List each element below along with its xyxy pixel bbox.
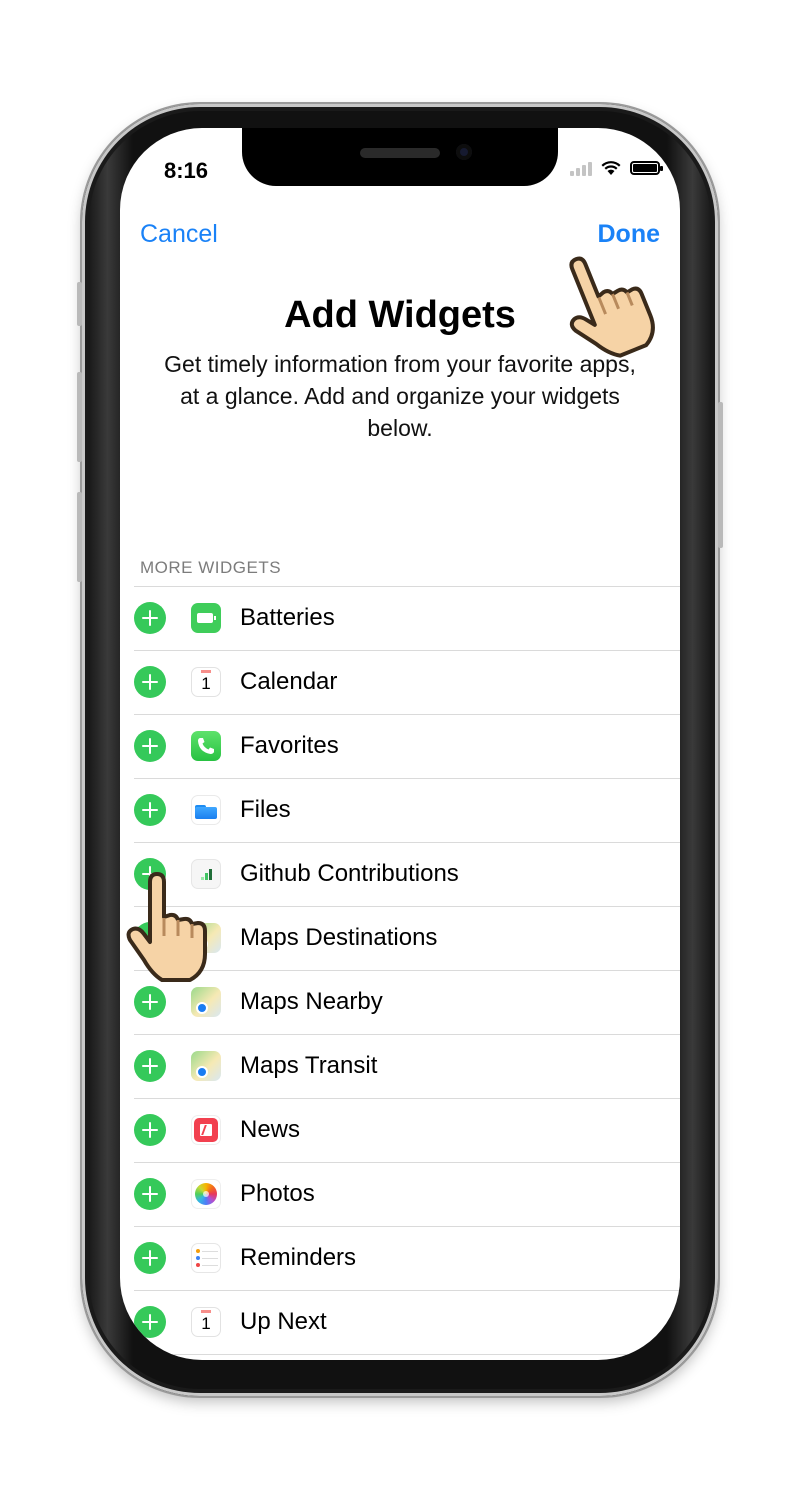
add-button[interactable]: [134, 1306, 166, 1338]
front-camera: [456, 144, 472, 160]
widget-row-calendar: 1 Calendar: [134, 651, 680, 715]
volume-down-button: [77, 492, 82, 582]
cellular-signal-icon: [570, 160, 592, 176]
photos-icon: [191, 1179, 221, 1209]
add-button[interactable]: [134, 730, 166, 762]
hand-cursor-icon: [126, 872, 207, 982]
files-icon: [191, 795, 221, 825]
widget-label: Favorites: [240, 732, 339, 759]
add-button[interactable]: [134, 602, 166, 634]
widget-label: Up Next: [240, 1308, 327, 1335]
widget-label: Maps Destinations: [240, 924, 438, 951]
widget-label: Reminders: [240, 1244, 357, 1271]
widget-label: Photos: [240, 1180, 315, 1207]
calendar-day: 1: [201, 674, 211, 693]
speaker: [360, 148, 440, 158]
add-button[interactable]: [134, 1050, 166, 1082]
batteries-icon: [191, 603, 221, 633]
widget-label: Calendar: [240, 668, 338, 695]
widget-row-reminders: Reminders: [134, 1227, 680, 1291]
widget-row-files: Files: [134, 779, 680, 843]
silent-switch: [77, 282, 82, 326]
phone-icon: [191, 731, 221, 761]
widget-row-up-next: 1 Up Next: [134, 1291, 680, 1355]
hand-cursor-icon: [569, 256, 655, 358]
power-button: [718, 402, 723, 548]
widget-label: Maps Nearby: [240, 988, 383, 1015]
widget-label: Batteries: [240, 604, 335, 631]
add-button[interactable]: [134, 666, 166, 698]
widget-label: Github Contributions: [240, 860, 459, 887]
done-button[interactable]: Done: [598, 220, 661, 249]
cancel-button[interactable]: Cancel: [140, 220, 218, 249]
maps-icon: [191, 1051, 221, 1081]
news-icon: [191, 1115, 221, 1145]
add-button[interactable]: [134, 1178, 166, 1210]
reminders-icon: [191, 1243, 221, 1273]
wifi-icon: [601, 161, 621, 175]
status-indicators: [570, 160, 663, 176]
calendar-icon: 1: [191, 667, 221, 697]
notch: [242, 128, 558, 186]
section-header-more-widgets: MORE WIDGETS: [140, 558, 282, 577]
add-button[interactable]: [134, 1114, 166, 1146]
battery-icon: [630, 161, 663, 175]
widget-label: Maps Transit: [240, 1052, 378, 1079]
add-button[interactable]: [134, 794, 166, 826]
calendar-day: 1: [201, 1314, 211, 1333]
widget-row-batteries: Batteries: [134, 587, 680, 651]
widget-row-photos: Photos: [134, 1163, 680, 1227]
widget-row-maps-transit: Maps Transit: [134, 1035, 680, 1099]
widget-label: News: [240, 1116, 301, 1143]
widget-row-news: News: [134, 1099, 680, 1163]
widget-label: Files: [240, 796, 291, 823]
widget-row-favorites: Favorites: [134, 715, 680, 779]
status-time: 8:16: [164, 158, 209, 183]
add-button[interactable]: [134, 1242, 166, 1274]
calendar-icon: 1: [191, 1307, 221, 1337]
volume-up-button: [77, 372, 82, 462]
